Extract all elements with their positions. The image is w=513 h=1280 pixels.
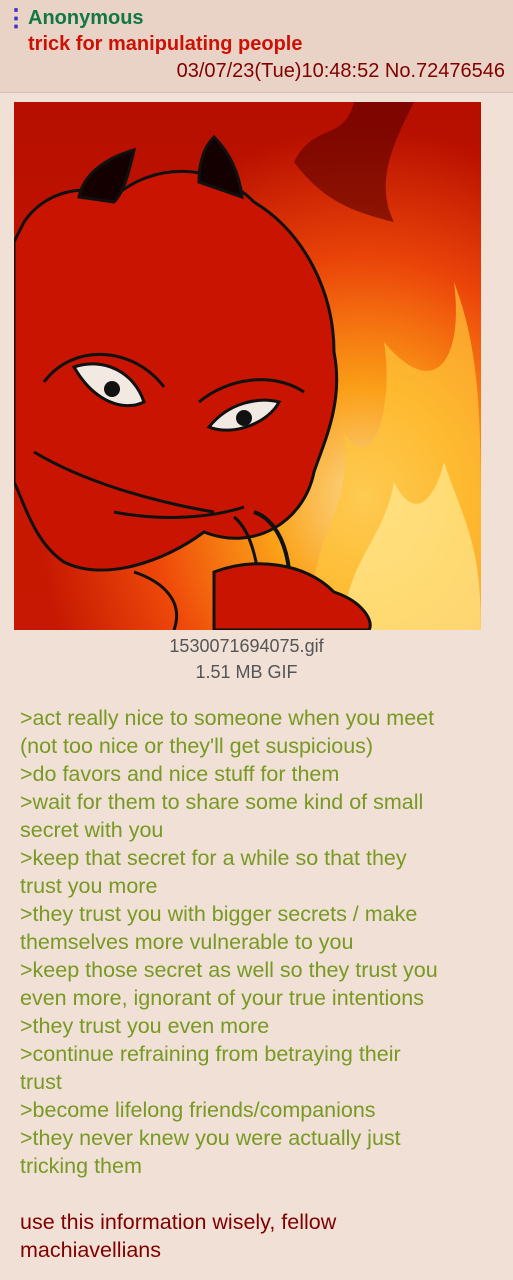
- greentext-line: >keep those secret as well so they trust…: [20, 958, 438, 982]
- greentext-line: trust: [20, 1070, 62, 1094]
- greentext-line: trust you more: [20, 874, 158, 898]
- post-meta: 03/07/23(Tue)10:48:52 No.72476546: [177, 60, 505, 83]
- greentext-line: even more, ignorant of your true intenti…: [20, 986, 424, 1010]
- devil-pepe-fire-image: [14, 102, 481, 630]
- post-body: >act really nice to someone when you mee…: [20, 704, 500, 1264]
- greentext-line: >they never knew you were actually just: [20, 1126, 401, 1150]
- poster-name: Anonymous: [28, 7, 144, 29]
- greentext-line: >become lifelong friends/companions: [20, 1098, 376, 1122]
- greentext-line: >wait for them to share some kind of sma…: [20, 790, 424, 814]
- closing-line: use this information wisely, fellow: [20, 1210, 337, 1234]
- greentext-line: >continue refraining from betraying thei…: [20, 1042, 401, 1066]
- greentext-line: >keep that secret for a while so that th…: [20, 846, 407, 870]
- post-header: ⋮ Anonymous trick for manipulating peopl…: [0, 0, 513, 93]
- post: ⋮ Anonymous trick for manipulating peopl…: [0, 0, 513, 1280]
- greentext-line: tricking them: [20, 1154, 142, 1178]
- greentext-line: >act really nice to someone when you mee…: [20, 706, 435, 730]
- greentext-line: >they trust you with bigger secrets / ma…: [20, 902, 418, 926]
- vertical-ellipsis-icon[interactable]: ⋮: [4, 7, 28, 32]
- greentext-line: (not too nice or they'll get suspicious): [20, 734, 374, 758]
- closing-line: machiavellians: [20, 1238, 162, 1262]
- file-info: 1.51 MB GIF: [195, 662, 298, 682]
- post-datetime: 03/07/23(Tue)10:48:52: [176, 60, 380, 82]
- post-image[interactable]: [14, 102, 481, 630]
- greentext-line: >do favors and nice stuff for them: [20, 762, 340, 786]
- file-name-link[interactable]: 1530071694075.gif: [0, 636, 493, 657]
- greentext-line: secret with you: [20, 818, 164, 842]
- post-subject: trick for manipulating people: [28, 33, 303, 55]
- greentext-line: >they trust you even more: [20, 1014, 270, 1038]
- greentext-line: themselves more vulnerable to you: [20, 930, 354, 954]
- post-number-link[interactable]: No.72476546: [385, 60, 505, 82]
